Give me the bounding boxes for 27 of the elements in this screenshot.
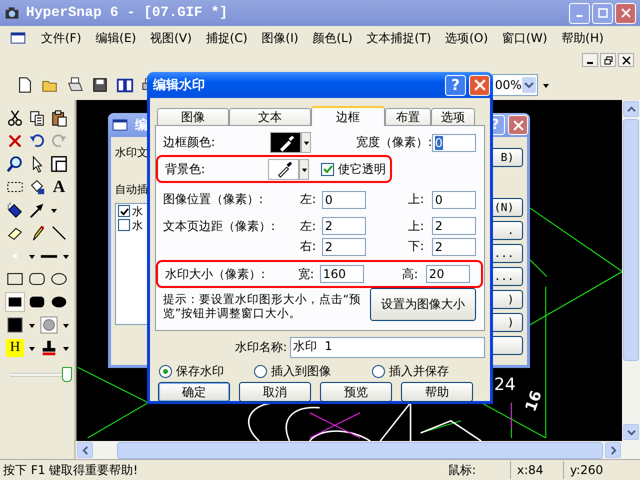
field-label: 左: <box>300 191 318 208</box>
field-label: 左: <box>300 218 318 235</box>
field-label: 上: <box>408 218 426 235</box>
field-label: 宽: <box>298 266 316 283</box>
field-label: 下: <box>408 238 426 256</box>
dialog-title: 编辑水印 <box>153 76 205 94</box>
field-label: 边框颜色: <box>163 134 216 151</box>
field-label: 水印名称: <box>234 338 288 356</box>
field-label: 文本页边距（像素）: <box>163 218 276 235</box>
status-message: 按下 F1 键取得重要帮助! <box>3 462 138 478</box>
field-label: 自动插 <box>115 182 149 197</box>
mouse-label: 鼠标: <box>447 462 478 479</box>
hint-text: 提示：要设置水印图形大小，点击“预览”按钮并调整窗口大小。 <box>163 292 362 320</box>
field-label: 上: <box>408 191 426 208</box>
field-label: 背景色: <box>165 160 206 178</box>
dialog-title: 编 <box>135 116 148 134</box>
dimension-label: 24 <box>494 375 516 395</box>
mouse-x: x:84 <box>510 461 563 479</box>
field-label: 高: <box>402 266 420 283</box>
dimension-label: 16 <box>521 388 546 414</box>
field-label: 图像位置（像素）: <box>163 191 264 208</box>
field-label: 水印大小（像素）: <box>165 266 266 283</box>
field-label: 右: <box>300 238 318 256</box>
window-title: HyperSnap 6 - [07.GIF *] <box>26 5 228 21</box>
field-label: 宽度（像素）: <box>356 134 432 151</box>
mouse-y: y:260 <box>563 461 624 479</box>
field-label: 水印文 <box>115 145 149 160</box>
